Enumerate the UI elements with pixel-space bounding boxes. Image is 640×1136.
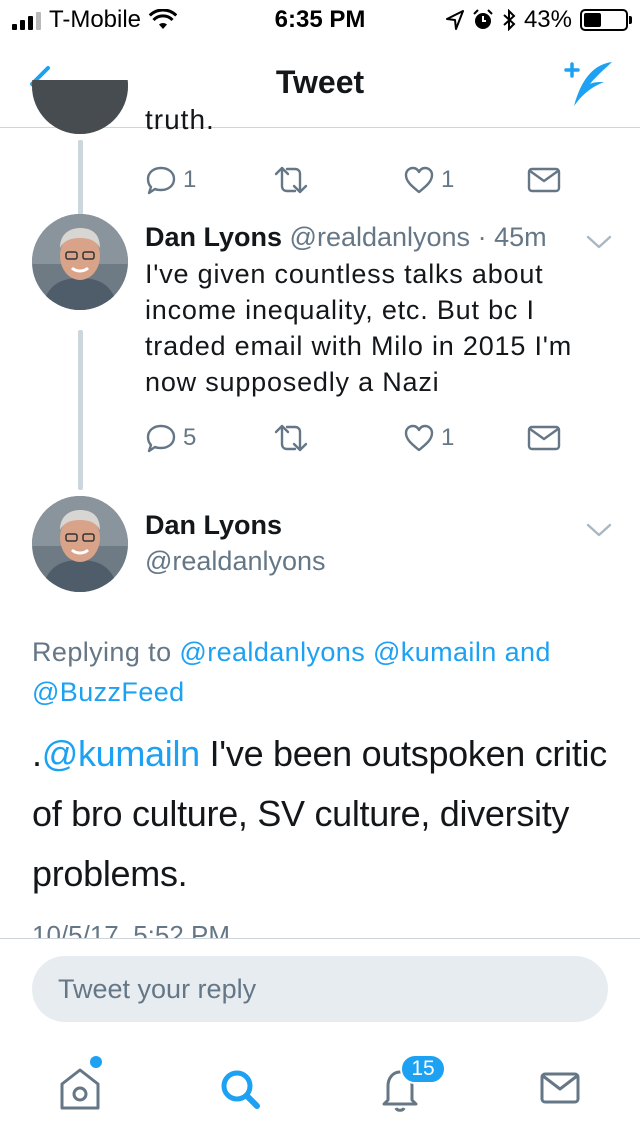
heart-icon [404,424,434,452]
reply-count: 1 [183,166,197,193]
avatar[interactable] [32,496,128,592]
notifications-badge: 15 [400,1054,446,1084]
alarm-icon [473,9,493,29]
battery-icon [580,9,632,31]
like-count: 1 [441,166,455,193]
reply-placeholder: Tweet your reply [58,974,257,1004]
bluetooth-icon [503,9,516,31]
author-handle[interactable]: @realdanlyons [145,546,326,577]
replying-and[interactable]: and [505,637,551,667]
battery-percent: 43% [523,6,572,33]
thread-connector-line [78,140,83,216]
author-handle[interactable]: @realdanlyons [290,222,471,252]
previous-tweet-text: truth. [145,104,215,130]
previous-tweet-avatar[interactable] [32,80,128,134]
tweet-text: I've given countless talks about income … [145,259,573,397]
reply-icon [146,424,176,453]
replying-to-mentions[interactable]: @realdanlyons @kumailn [179,637,496,667]
new-content-dot [90,1056,102,1068]
text-lead: . [32,733,42,774]
replying-to-last-mention[interactable]: @BuzzFeed [32,677,185,707]
status-icons: 43% [445,6,632,34]
retweet-action[interactable] [273,418,309,458]
tab-bar [0,1040,640,1136]
direct-message-action[interactable] [527,160,561,200]
like-action[interactable]: 1 [403,160,454,200]
retweet-icon [274,166,308,194]
tweet-header: Dan Lyons @realdanlyons · 45m [145,222,547,253]
direct-message-action[interactable] [527,418,561,458]
main-tweet-text: .@kumailn I've been outspoken critic of … [32,724,612,904]
retweet-icon [274,424,308,452]
avatar[interactable] [32,214,128,310]
thread-connector-line [78,330,83,490]
chevron-down-icon[interactable] [584,232,614,252]
tweet-timestamp: 10/5/17, 5:52 PM [32,920,231,938]
author-name[interactable]: Dan Lyons [145,222,282,252]
reply-tweet-actions: 5 1 [145,418,575,458]
mail-icon[interactable] [530,1060,590,1116]
status-bar: T-Mobile 6:35 PM 43% [0,0,640,40]
reply-input[interactable]: Tweet your reply [32,956,608,1022]
compose-tweet-icon[interactable] [560,58,616,110]
mail-icon [527,425,561,451]
reply-action[interactable]: 1 [145,160,196,200]
retweet-action[interactable] [273,160,309,200]
like-action[interactable]: 1 [403,418,454,458]
location-arrow-icon [445,10,464,30]
tweet-age: · 45m [477,222,547,252]
search-icon[interactable] [210,1060,270,1116]
author-name[interactable]: Dan Lyons [145,510,282,541]
reply-icon [146,166,176,195]
previous-tweet-actions: 1 1 [145,160,575,200]
mention-link[interactable]: @kumailn [42,733,201,774]
heart-icon [404,166,434,194]
divider [0,938,640,939]
home-icon[interactable] [50,1060,110,1116]
chevron-down-icon[interactable] [584,520,614,540]
like-count: 1 [441,424,455,451]
mail-icon [527,167,561,193]
reply-count: 5 [183,424,197,451]
reply-action[interactable]: 5 [145,418,196,458]
replying-to-line: Replying to @realdanlyons @kumailn and @… [32,632,612,712]
replying-prefix: Replying to [32,637,172,667]
